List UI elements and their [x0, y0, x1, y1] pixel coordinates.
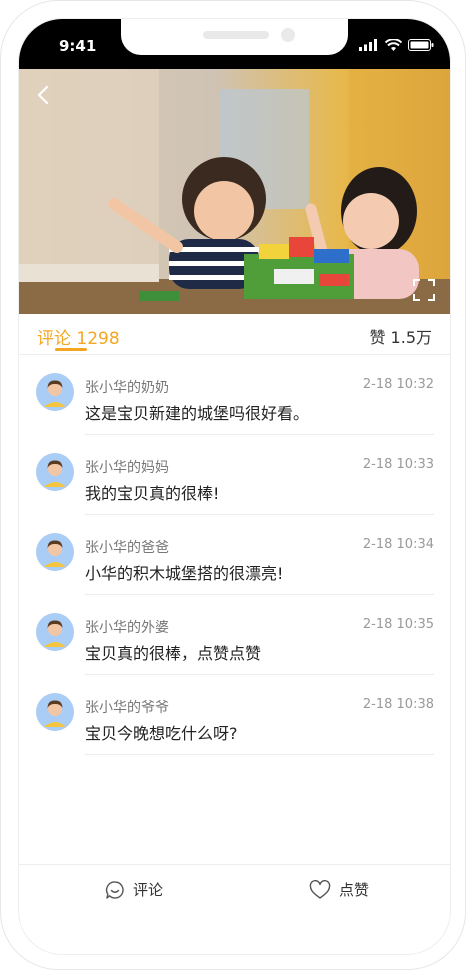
hero-photo[interactable] [19, 69, 450, 314]
comment-author: 张小华的爸爸 [85, 540, 169, 556]
comment-list: 张小华的奶奶 2-18 10:32 这是宝贝新建的城堡吗很好看。 张小华的妈妈 … [19, 355, 450, 755]
tab-active-indicator [55, 348, 87, 351]
person-avatar-icon[interactable] [36, 373, 74, 411]
tab-bar: 评论 1298 赞 1.5万 [19, 314, 450, 355]
tab-comments[interactable]: 评论 1298 [37, 324, 120, 349]
comment-body: 张小华的外婆 2-18 10:35 宝贝真的很棒，点赞点赞 [85, 595, 434, 675]
comment-author: 张小华的爷爷 [85, 700, 169, 716]
fullscreen-icon[interactable] [412, 278, 436, 302]
signal-icon [359, 39, 377, 51]
comment-body: 张小华的爸爸 2-18 10:34 小华的积木城堡搭的很漂亮! [85, 515, 434, 595]
comment-item[interactable]: 张小华的外婆 2-18 10:35 宝贝真的很棒，点赞点赞 [19, 595, 450, 675]
comment-author: 张小华的外婆 [85, 620, 169, 636]
comment-author: 张小华的妈妈 [85, 460, 169, 476]
comment-time: 2-18 10:38 [362, 697, 434, 712]
phone-screen: 9:41 评论 1298 赞 1.5万 张小华的奶奶 2-18 10:32 这是… [18, 18, 451, 955]
comment-body: 张小华的妈妈 2-18 10:33 我的宝贝真的很棒! [85, 435, 434, 515]
tab-comments-count: 1298 [76, 329, 120, 349]
comment-button-label: 评论 [133, 881, 164, 899]
front-camera [281, 28, 295, 42]
heart-icon [309, 879, 331, 899]
comment-time: 2-18 10:33 [362, 457, 434, 472]
tab-comments-label: 评论 [37, 329, 71, 349]
tab-likes-count: 1.5万 [390, 328, 432, 347]
wifi-icon [385, 39, 402, 51]
kids-lego-photo [19, 69, 450, 314]
comment-body: 张小华的爷爷 2-18 10:38 宝贝今晚想吃什么呀? [85, 675, 434, 755]
person-avatar-icon[interactable] [36, 693, 74, 731]
comment-item[interactable]: 张小华的奶奶 2-18 10:32 这是宝贝新建的城堡吗很好看。 [19, 355, 450, 435]
tab-likes-label: 赞 [369, 328, 386, 347]
comment-time: 2-18 10:35 [362, 617, 434, 632]
comment-text: 宝贝真的很棒，点赞点赞 [85, 644, 262, 663]
comment-text: 我的宝贝真的很棒! [85, 484, 220, 503]
comment-time: 2-18 10:32 [362, 377, 434, 392]
person-avatar-icon[interactable] [36, 533, 74, 571]
phone-frame: 9:41 评论 1298 赞 1.5万 张小华的奶奶 2-18 10:32 这是… [0, 0, 466, 970]
like-button-label: 点赞 [339, 881, 370, 899]
comment-item[interactable]: 张小华的爷爷 2-18 10:38 宝贝今晚想吃什么呀? [19, 675, 450, 755]
status-time: 9:41 [59, 37, 97, 55]
comment-author: 张小华的奶奶 [85, 380, 169, 396]
comment-text: 宝贝今晚想吃什么呀? [85, 724, 238, 743]
comment-item[interactable]: 张小华的爸爸 2-18 10:34 小华的积木城堡搭的很漂亮! [19, 515, 450, 595]
comment-button[interactable]: 评论 [105, 879, 163, 900]
bottom-action-bar: 评论 点赞 [19, 864, 450, 915]
speaker [203, 31, 269, 39]
chat-bubble-icon [105, 880, 124, 899]
notch [121, 19, 348, 55]
comment-item[interactable]: 张小华的妈妈 2-18 10:33 我的宝贝真的很棒! [19, 435, 450, 515]
comment-body: 张小华的奶奶 2-18 10:32 这是宝贝新建的城堡吗很好看。 [85, 355, 434, 435]
chevron-left-icon[interactable] [33, 84, 55, 106]
status-icons [359, 39, 434, 51]
tab-likes[interactable]: 赞 1.5万 [369, 324, 432, 348]
battery-icon [408, 39, 434, 51]
comment-text: 小华的积木城堡搭的很漂亮! [85, 564, 284, 583]
person-avatar-icon[interactable] [36, 613, 74, 651]
like-button[interactable]: 点赞 [309, 879, 369, 900]
comment-time: 2-18 10:34 [362, 537, 434, 552]
person-avatar-icon[interactable] [36, 453, 74, 491]
status-bar: 9:41 [19, 19, 450, 69]
comment-text: 这是宝贝新建的城堡吗很好看。 [85, 404, 310, 423]
